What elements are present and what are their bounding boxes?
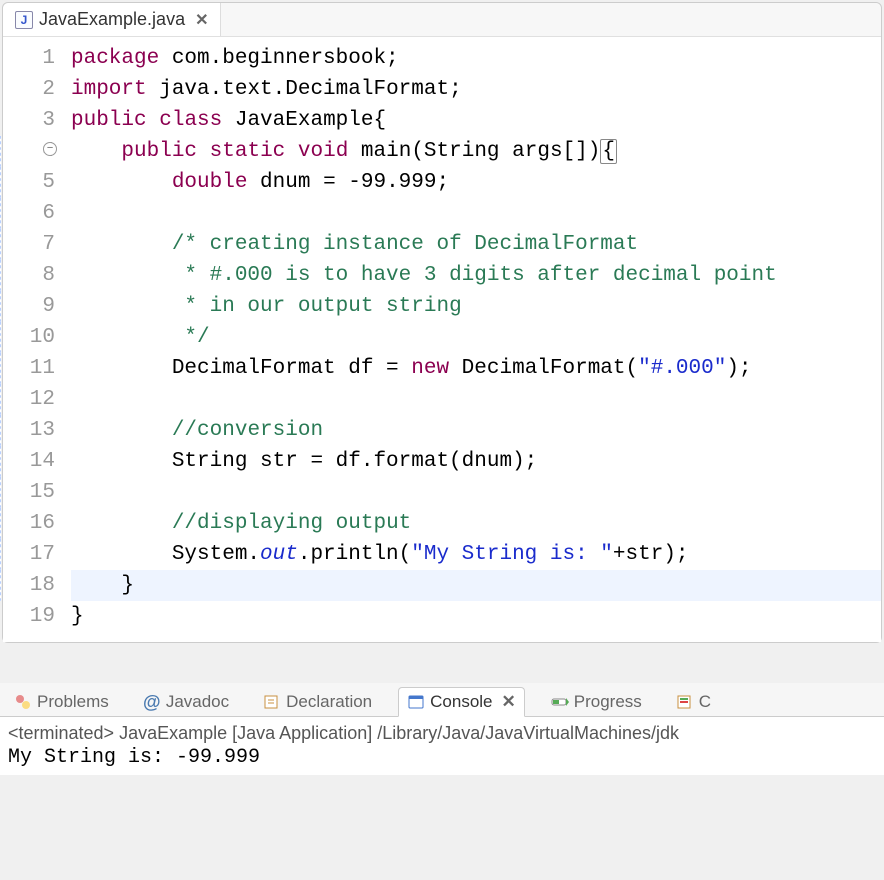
code-line[interactable]: double dnum = -99.999; xyxy=(71,167,881,198)
console-body: <terminated> JavaExample [Java Applicati… xyxy=(0,717,884,775)
editor-tabs: J JavaExample.java ✕ xyxy=(3,3,881,37)
code-line[interactable]: String str = df.format(dnum); xyxy=(71,446,881,477)
code-line[interactable] xyxy=(71,384,881,415)
progress-icon xyxy=(551,693,569,711)
line-number: 17 xyxy=(3,539,55,570)
line-number: 1 xyxy=(3,43,55,74)
close-icon[interactable]: ✕ xyxy=(195,10,208,30)
tab-javadoc[interactable]: @ Javadoc xyxy=(135,688,237,716)
close-icon[interactable]: ✕ xyxy=(502,692,516,712)
code-line[interactable]: */ xyxy=(71,322,881,353)
line-number: 9 xyxy=(3,291,55,322)
code-line[interactable] xyxy=(71,477,881,508)
code-line[interactable]: public class JavaExample{ xyxy=(71,105,881,136)
line-number: 10 xyxy=(3,322,55,353)
tab-label: Declaration xyxy=(286,692,372,712)
tab-progress[interactable]: Progress xyxy=(543,688,650,716)
code-line[interactable]: DecimalFormat df = new DecimalFormat("#.… xyxy=(71,353,881,384)
console-status: <terminated> JavaExample [Java Applicati… xyxy=(8,723,876,744)
coverage-icon xyxy=(676,693,694,711)
declaration-icon xyxy=(263,693,281,711)
tab-label: Javadoc xyxy=(166,692,229,712)
code-line[interactable]: public static void main(String args[]){ xyxy=(71,136,881,167)
code-line[interactable]: } xyxy=(71,601,881,632)
line-number: 6 xyxy=(3,198,55,229)
tab-label: C xyxy=(699,692,711,712)
tab-label: Problems xyxy=(37,692,109,712)
line-number: 14 xyxy=(3,446,55,477)
line-number: 3 xyxy=(3,105,55,136)
editor-tab-javaexample[interactable]: J JavaExample.java ✕ xyxy=(3,3,221,36)
line-number: 18 xyxy=(3,570,55,601)
code-line[interactable] xyxy=(71,198,881,229)
code-line[interactable]: } xyxy=(71,570,881,601)
tab-console[interactable]: Console ✕ xyxy=(398,687,525,717)
code-line[interactable]: * in our output string xyxy=(71,291,881,322)
tab-label: Progress xyxy=(574,692,642,712)
fold-toggle-icon[interactable]: − xyxy=(43,142,57,156)
line-number: 2 xyxy=(3,74,55,105)
line-number: 15 xyxy=(3,477,55,508)
code-line[interactable]: import java.text.DecimalFormat; xyxy=(71,74,881,105)
code-line[interactable]: * #.000 is to have 3 digits after decima… xyxy=(71,260,881,291)
line-number: 4− xyxy=(3,136,55,167)
javadoc-icon: @ xyxy=(143,693,161,711)
line-number: 16 xyxy=(3,508,55,539)
line-number: 5 xyxy=(3,167,55,198)
code-editor[interactable]: 1234−5678910111213141516171819 package c… xyxy=(3,37,881,642)
code-line[interactable]: System.out.println("My String is: "+str)… xyxy=(71,539,881,570)
line-number: 7 xyxy=(3,229,55,260)
editor-panel: J JavaExample.java ✕ 1234−56789101112131… xyxy=(2,2,882,643)
code-line[interactable]: //displaying output xyxy=(71,508,881,539)
gutter: 1234−5678910111213141516171819 xyxy=(3,43,65,632)
editor-tab-label: JavaExample.java xyxy=(39,9,185,30)
bottom-tabs: Problems @ Javadoc Declaration Console ✕… xyxy=(0,683,884,717)
tab-declaration[interactable]: Declaration xyxy=(255,688,380,716)
console-output: My String is: -99.999 xyxy=(8,746,876,769)
code-line[interactable]: /* creating instance of DecimalFormat xyxy=(71,229,881,260)
code-line[interactable]: //conversion xyxy=(71,415,881,446)
line-number: 19 xyxy=(3,601,55,632)
problems-icon xyxy=(14,693,32,711)
java-file-icon: J xyxy=(15,11,33,29)
tab-problems[interactable]: Problems xyxy=(6,688,117,716)
line-number: 12 xyxy=(3,384,55,415)
console-icon xyxy=(407,693,425,711)
code-lines[interactable]: package com.beginnersbook;import java.te… xyxy=(65,43,881,632)
tab-label: Console xyxy=(430,692,492,712)
code-line[interactable]: package com.beginnersbook; xyxy=(71,43,881,74)
tab-coverage[interactable]: C xyxy=(668,688,719,716)
bottom-panel: Problems @ Javadoc Declaration Console ✕… xyxy=(0,683,884,775)
line-number: 8 xyxy=(3,260,55,291)
line-number: 11 xyxy=(3,353,55,384)
line-number: 13 xyxy=(3,415,55,446)
